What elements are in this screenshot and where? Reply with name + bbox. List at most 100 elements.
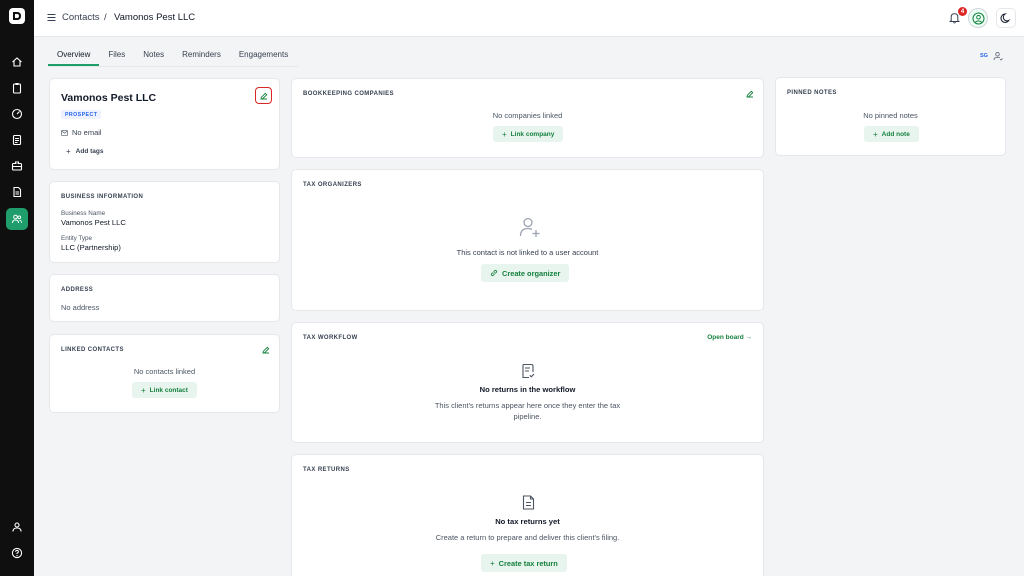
pinned-notes-empty: No pinned notes: [863, 111, 918, 120]
contact-card: Vamonos Pest LLC PROSPECT No email + Add…: [49, 78, 280, 170]
link-company-label: Link company: [510, 130, 555, 138]
business-information-title: BUSINESS INFORMATION: [61, 194, 144, 200]
tax-organizers-card: TAX ORGANIZERS This contact is not linke…: [291, 169, 764, 311]
sidebar-item-files[interactable]: [6, 181, 28, 203]
clipboard-icon: [12, 83, 22, 94]
presence-initials: SG: [980, 53, 988, 59]
tab-files[interactable]: Files: [99, 47, 134, 66]
tax-organizers-title: TAX ORGANIZERS: [303, 182, 362, 188]
address-title: ADDRESS: [61, 287, 94, 293]
open-board-link[interactable]: Open board →: [707, 334, 752, 341]
edit-icon: [259, 92, 267, 100]
tax-returns-heading: No tax returns yet: [495, 517, 560, 526]
contact-name: Vamonos Pest LLC: [61, 92, 157, 104]
sidebar-item-help[interactable]: [6, 542, 28, 564]
edit-contact-button[interactable]: [255, 87, 272, 104]
status-badge: PROSPECT: [61, 110, 102, 119]
sidebar-item-contacts[interactable]: [6, 208, 28, 230]
user-menu-button[interactable]: [968, 8, 988, 28]
logo-icon: [13, 12, 21, 20]
link-icon: [490, 269, 498, 277]
file-icon: [13, 186, 22, 198]
link-company-button[interactable]: + Link company: [493, 126, 564, 142]
business-name-value: Vamonos Pest LLC: [61, 218, 126, 227]
tab-overview[interactable]: Overview: [48, 47, 100, 66]
entity-type-label: Entity Type: [61, 235, 93, 242]
tax-organizers-message: This contact is not linked to a user acc…: [456, 248, 599, 257]
create-organizer-button[interactable]: Create organizer: [481, 264, 570, 282]
presence-indicator: SG: [980, 51, 1003, 61]
user-icon: [12, 522, 22, 532]
plus-icon: +: [66, 147, 71, 156]
add-tags-button[interactable]: + Add tags: [66, 147, 103, 156]
gauge-icon: [11, 108, 23, 120]
address-value: No address: [61, 303, 100, 312]
linked-contacts-title: LINKED CONTACTS: [61, 347, 124, 353]
clipboard-check-icon: [522, 363, 535, 379]
theme-toggle-button[interactable]: [996, 8, 1016, 28]
briefcase-icon: [11, 161, 23, 171]
sidebar-item-dashboard[interactable]: [6, 103, 28, 125]
tab-notes[interactable]: Notes: [134, 47, 173, 66]
linked-contacts-empty: No contacts linked: [133, 367, 196, 376]
contact-email: No email: [72, 128, 102, 137]
sidebar-item-clipboard[interactable]: [6, 77, 28, 99]
ledger-icon: [12, 134, 22, 146]
tab-engagements[interactable]: Engagements: [230, 47, 297, 66]
mail-icon: [61, 129, 68, 136]
entity-type-value: LLC (Partnership): [61, 243, 121, 252]
sidebar-item-profile[interactable]: [6, 516, 28, 538]
tax-returns-title: TAX RETURNS: [303, 467, 350, 473]
business-name-label: Business Name: [61, 210, 106, 217]
help-icon: [11, 547, 23, 559]
top-bar: Contacts / Vamonos Pest LLC 4: [34, 0, 1024, 37]
edit-icon[interactable]: [262, 346, 270, 354]
edit-icon[interactable]: [746, 90, 754, 98]
document-icon: [522, 495, 535, 510]
sidebar-item-home[interactable]: [6, 51, 28, 73]
user-check-icon[interactable]: [993, 51, 1003, 61]
bookkeeping-empty: No companies linked: [492, 111, 563, 120]
create-tax-return-button[interactable]: + Create tax return: [481, 554, 567, 572]
tax-workflow-card: TAX WORKFLOW Open board → No returns in …: [291, 322, 764, 443]
business-information-card: BUSINESS INFORMATION Business Name Vamon…: [49, 181, 280, 263]
address-card: ADDRESS No address: [49, 274, 280, 322]
tax-returns-card: TAX RETURNS No tax returns yet Create a …: [291, 454, 764, 576]
link-contact-button[interactable]: + Link contact: [132, 382, 197, 398]
tax-workflow-heading: No returns in the workflow: [479, 385, 576, 394]
app-logo[interactable]: [9, 8, 25, 24]
tabs-divider: [48, 66, 298, 67]
moon-icon: [1000, 13, 1011, 23]
sidebar-item-documents[interactable]: [6, 129, 28, 151]
pinned-notes-title: PINNED NOTES: [787, 90, 837, 96]
tax-workflow-line1: This client's returns appear here once t…: [434, 401, 621, 410]
plus-icon: +: [141, 385, 146, 395]
home-icon: [12, 57, 22, 67]
add-note-button[interactable]: + Add note: [864, 126, 919, 142]
users-icon: [12, 214, 22, 224]
tax-workflow-line2: pipeline.: [513, 412, 542, 421]
create-tax-return-label: Create tax return: [498, 558, 558, 568]
pinned-notes-card: PINNED NOTES No pinned notes + Add note: [775, 77, 1006, 156]
linked-contacts-card: LINKED CONTACTS No contacts linked + Lin…: [49, 334, 280, 413]
sidebar-item-briefcase[interactable]: [6, 155, 28, 177]
plus-icon: +: [502, 129, 507, 139]
plus-icon: +: [873, 129, 878, 139]
tax-returns-message: Create a return to prepare and deliver t…: [435, 533, 620, 542]
tab-bar: Overview Files Notes Reminders Engagemen…: [48, 47, 297, 66]
add-note-label: Add note: [881, 130, 910, 138]
breadcrumb-current: Vamonos Pest LLC: [114, 12, 196, 23]
add-tags-label: Add tags: [75, 148, 104, 155]
tax-workflow-title: TAX WORKFLOW: [303, 335, 358, 341]
plus-icon: +: [490, 558, 495, 568]
notification-badge: 4: [958, 7, 967, 16]
user-circle-icon: [972, 12, 984, 24]
create-organizer-label: Create organizer: [502, 268, 561, 278]
menu-icon[interactable]: [47, 13, 56, 22]
tab-reminders[interactable]: Reminders: [173, 47, 230, 66]
breadcrumb-contacts[interactable]: Contacts: [62, 12, 100, 23]
bookkeeping-title: BOOKKEEPING COMPANIES: [303, 91, 394, 97]
user-plus-icon: [519, 217, 540, 237]
email-row: No email: [61, 128, 102, 137]
breadcrumb-separator: /: [104, 12, 107, 23]
